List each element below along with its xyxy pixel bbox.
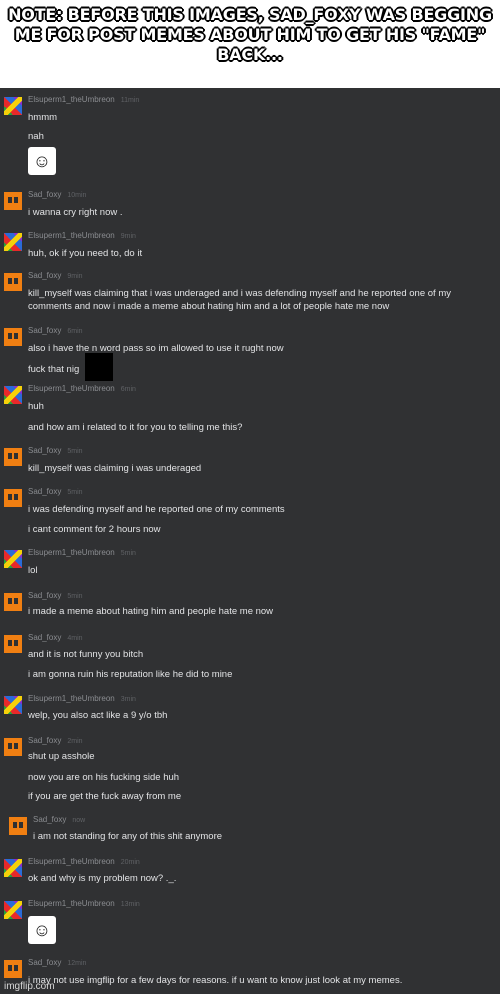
username-text[interactable]: Sad_foxy [28, 736, 61, 745]
foxy-avatar[interactable] [4, 273, 22, 291]
timestamp: 9min [120, 233, 136, 240]
username-text[interactable]: Sad_foxy [28, 326, 61, 335]
timestamp: 20min [120, 859, 140, 866]
timestamp: 5min [67, 489, 83, 496]
foxy-avatar[interactable] [4, 960, 22, 978]
umbreon-avatar[interactable] [4, 859, 22, 877]
username-text[interactable]: Sad_foxy [28, 958, 61, 967]
umbreon-avatar[interactable] [4, 97, 22, 115]
username[interactable]: Elsuperm1_theUmbreon 6min [28, 384, 136, 393]
foxy-avatar[interactable] [4, 738, 22, 756]
message-text: now you are on his fucking side huh [28, 772, 180, 783]
username-text[interactable]: Sad_foxy [28, 487, 61, 496]
username-text[interactable]: Elsuperm1_theUmbreon [28, 231, 115, 240]
timestamp: 10min [67, 192, 87, 199]
imgflip-watermark: imgflip.com [4, 981, 55, 992]
username[interactable]: Elsuperm1_theUmbreon 5min [28, 548, 136, 557]
message-text: comments and now i made a meme about hat… [28, 301, 390, 312]
umbreon-avatar[interactable] [4, 550, 22, 568]
username[interactable]: Sad_foxy 9min [28, 271, 83, 280]
username-text[interactable]: Sad_foxy [28, 591, 61, 600]
caption-text: NOTE: BEFORE THIS IMAGES, SAD_FOXY WAS B… [8, 5, 492, 64]
username-text[interactable]: Elsuperm1_theUmbreon [28, 899, 115, 908]
username[interactable]: Elsuperm1_theUmbreon 13min [28, 899, 140, 908]
message-text: i am gonna ruin his reputation like he d… [28, 669, 233, 680]
foxy-avatar[interactable] [4, 593, 22, 611]
username[interactable]: Sad_foxy 5min [28, 487, 83, 496]
timestamp: 5min [120, 550, 136, 557]
username-text[interactable]: Elsuperm1_theUmbreon [28, 384, 115, 393]
message-text: i was defending myself and he reported o… [28, 504, 285, 515]
timestamp: 4min [67, 635, 83, 642]
message-text: i may not use imgflip for a few days for… [28, 975, 403, 986]
username[interactable]: Elsuperm1_theUmbreon 11min [28, 95, 139, 104]
message-text: kill_myself was claiming that i was unde… [28, 288, 451, 299]
umbreon-avatar[interactable] [4, 386, 22, 404]
username[interactable]: Sad_foxy 4min [28, 633, 83, 642]
username-text[interactable]: Sad_foxy [33, 815, 66, 824]
timestamp: 6min [67, 328, 83, 335]
message-text: ok and why is my problem now? ._. [28, 873, 177, 884]
timestamp: 12min [67, 960, 87, 967]
message-text: also i have the n word pass so im allowe… [28, 343, 284, 354]
username-text[interactable]: Sad_foxy [28, 271, 61, 280]
username[interactable]: Sad_foxy 12min [28, 958, 86, 967]
username[interactable]: Sad_foxy 5min [28, 446, 83, 455]
message-text: fuck that nig [28, 364, 80, 375]
message-text: i am not standing for any of this shit a… [33, 831, 223, 842]
message-text: welp, you also act like a 9 y/o tbh [28, 710, 168, 721]
foxy-avatar[interactable] [4, 489, 22, 507]
username-text[interactable]: Elsuperm1_theUmbreon [28, 95, 115, 104]
foxy-avatar[interactable] [4, 192, 22, 210]
message-text: and how am i related to it for you to te… [28, 422, 243, 433]
timestamp: 3min [120, 696, 136, 703]
timestamp: now [72, 817, 86, 824]
caption-header: NOTE: BEFORE THIS IMAGES, SAD_FOXY WAS B… [0, 0, 500, 90]
umbreon-avatar[interactable] [4, 901, 22, 919]
username[interactable]: Sad_foxy 6min [28, 326, 83, 335]
derp-face-icon: ☺ [28, 916, 56, 944]
message-text: huh, ok if you need to, do it [28, 248, 143, 259]
username[interactable]: Sad_foxy now [33, 815, 85, 824]
foxy-avatar[interactable] [4, 328, 22, 346]
message-text: i made a meme about hating him and peopl… [28, 606, 274, 617]
derp-face-icon: ☺ [28, 147, 56, 175]
username[interactable]: Sad_foxy 2min [28, 736, 83, 745]
message-text: huh [28, 401, 44, 412]
username-text[interactable]: Sad_foxy [28, 633, 61, 642]
username[interactable]: Elsuperm1_theUmbreon 9min [28, 231, 136, 240]
message-text: hmmm [28, 112, 58, 123]
message-text: i cant comment for 2 hours now [28, 524, 161, 535]
username[interactable]: Elsuperm1_theUmbreon 20min [28, 857, 140, 866]
timestamp: 13min [120, 901, 140, 908]
timestamp: 5min [67, 593, 83, 600]
message-text: nah [28, 131, 44, 142]
timestamp: 9min [67, 273, 83, 280]
username-text[interactable]: Elsuperm1_theUmbreon [28, 694, 115, 703]
username[interactable]: Sad_foxy 10min [28, 190, 86, 199]
foxy-avatar[interactable] [4, 635, 22, 653]
username[interactable]: Sad_foxy 5min [28, 591, 83, 600]
redaction-box [85, 353, 113, 381]
message-text: lol [28, 565, 38, 576]
username-text[interactable]: Sad_foxy [28, 190, 61, 199]
timestamp: 6min [120, 386, 136, 393]
message-text: shut up asshole [28, 751, 95, 762]
message-text: kill_myself was claiming i was underaged [28, 463, 202, 474]
umbreon-avatar[interactable] [4, 233, 22, 251]
foxy-avatar[interactable] [9, 817, 27, 835]
username[interactable]: Elsuperm1_theUmbreon 3min [28, 694, 136, 703]
timestamp: 5min [67, 448, 83, 455]
timestamp: 11min [120, 97, 140, 104]
message-text: i wanna cry right now . [28, 207, 123, 218]
message-text: if you are get the fuck away from me [28, 791, 182, 802]
username-text[interactable]: Elsuperm1_theUmbreon [28, 857, 115, 866]
message-text: and it is not funny you bitch [28, 649, 144, 660]
foxy-avatar[interactable] [4, 448, 22, 466]
umbreon-avatar[interactable] [4, 696, 22, 714]
username-text[interactable]: Elsuperm1_theUmbreon [28, 548, 115, 557]
username-text[interactable]: Sad_foxy [28, 446, 61, 455]
timestamp: 2min [67, 738, 83, 745]
